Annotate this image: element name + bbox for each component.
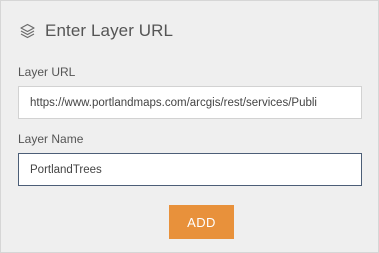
panel-header: Enter Layer URL xyxy=(18,18,173,44)
layer-url-input[interactable] xyxy=(18,86,362,119)
layer-url-label: Layer URL xyxy=(18,65,76,79)
enter-layer-url-panel: Enter Layer URL Layer URL Layer Name ADD xyxy=(0,0,379,253)
layer-name-input[interactable] xyxy=(18,153,362,186)
add-button[interactable]: ADD xyxy=(169,205,234,239)
layer-name-label: Layer Name xyxy=(18,132,84,146)
page-title: Enter Layer URL xyxy=(45,21,174,40)
layers-icon xyxy=(18,22,37,41)
